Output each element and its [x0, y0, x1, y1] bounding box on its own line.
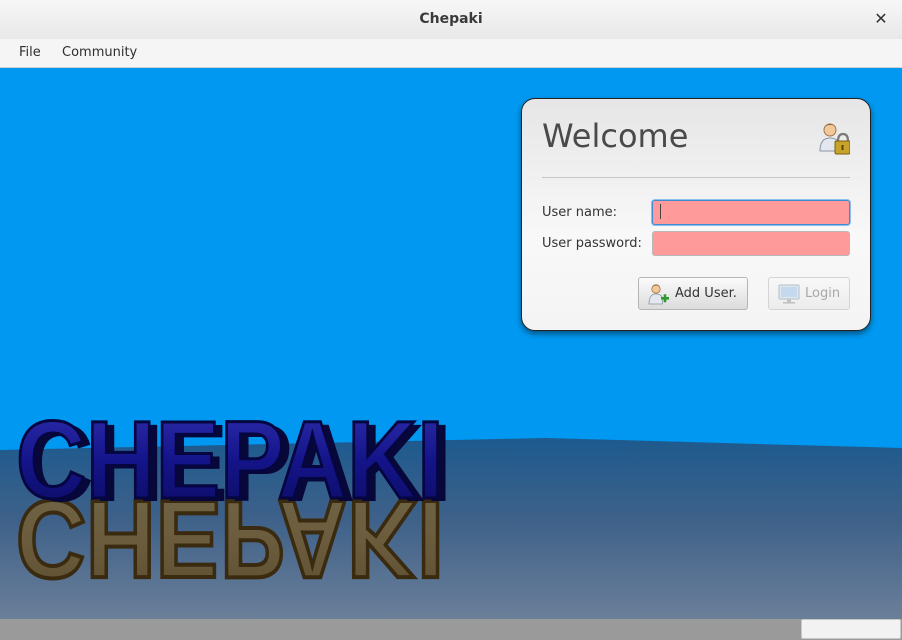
- status-strip: [0, 619, 902, 640]
- username-label: User name:: [542, 205, 618, 220]
- user-add-icon: [648, 284, 669, 305]
- add-user-label: Add User.: [675, 286, 737, 301]
- menu-bar: File Community: [0, 39, 902, 68]
- menu-community[interactable]: Community: [62, 45, 137, 60]
- user-lock-icon: [819, 123, 850, 155]
- welcome-heading: Welcome: [542, 117, 689, 155]
- login-panel: Welcome User name: User password: Add Us…: [521, 98, 871, 331]
- text-caret: [660, 204, 661, 219]
- window-title: Chepaki: [419, 11, 483, 27]
- login-button[interactable]: Login: [768, 277, 850, 310]
- logo-text: CHEPAKI: [16, 399, 444, 522]
- title-bar: Chepaki ✕: [0, 0, 902, 40]
- monitor-icon: [778, 284, 800, 304]
- menu-file[interactable]: File: [19, 45, 41, 60]
- close-icon[interactable]: ✕: [872, 9, 890, 29]
- divider: [542, 177, 850, 178]
- password-input[interactable]: [652, 231, 850, 256]
- username-input[interactable]: [652, 200, 850, 225]
- login-label: Login: [805, 286, 841, 301]
- password-label: User password:: [542, 236, 642, 251]
- horizontal-scrollbar[interactable]: [801, 619, 901, 639]
- add-user-button[interactable]: Add User.: [638, 277, 748, 310]
- app-window: Chepaki ✕ File Community CHEPAKI CHEPAKI…: [0, 0, 902, 640]
